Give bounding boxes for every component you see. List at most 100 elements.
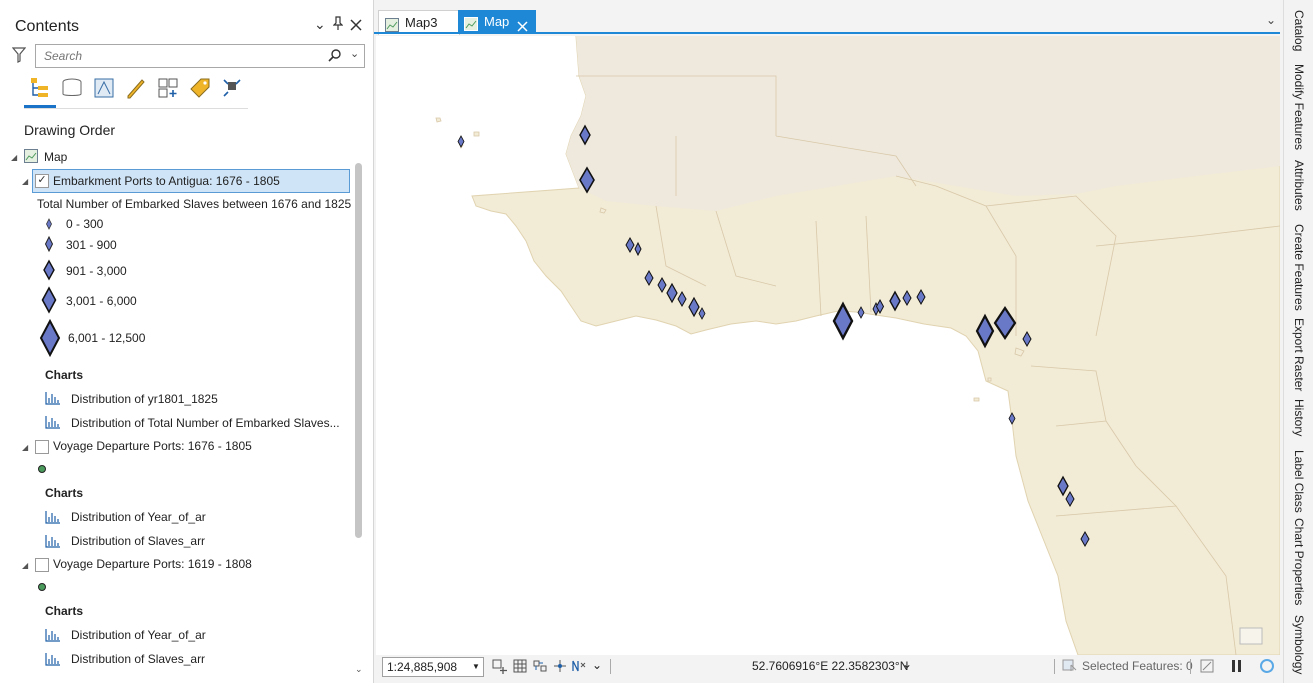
statusbar-divider [1054,659,1055,674]
contents-scroll-thumb[interactable] [355,163,362,538]
layer-name[interactable]: Voyage Departure Ports: 1676 - 1805 [53,439,252,453]
dock-tab-label-class[interactable]: Label Class [1292,450,1306,513]
layer-visibility-checkbox[interactable]: ✓ [35,174,49,188]
chart-histogram-icon [45,628,61,645]
overview-icon [1239,627,1263,645]
statusbar-divider [1190,659,1191,674]
legend-symbol-2 [44,235,54,253]
legend-class-label: 3,001 - 6,000 [66,294,137,308]
legend-symbols [39,218,61,358]
charts-heading: Charts [45,368,84,382]
coordinate-format-icon[interactable]: ⌄ [902,657,912,671]
refresh-icon[interactable] [1200,659,1214,676]
tab-label: Map [484,14,510,29]
map-navigation-icon[interactable] [552,659,568,676]
layer-visibility-checkbox[interactable] [35,440,49,454]
search-dropdown-icon[interactable]: ⌄ [350,47,359,60]
list-by-drawing-order-icon[interactable] [28,76,52,100]
dock-tab-create-features[interactable]: Create Features [1292,224,1306,311]
selected-features-icon[interactable] [1062,659,1078,676]
layer-visibility-checkbox[interactable] [35,558,49,572]
list-by-labeling-icon[interactable] [188,76,212,100]
more-options-icon[interactable]: ⌄ [592,658,602,672]
map-tabs: Map3 Map ⌄ [374,10,1280,35]
legend-symbol-1 [46,218,52,230]
chart-item[interactable]: Distribution of yr1801_1825 [71,392,218,406]
selected-features-count: Selected Features: 0 [1082,659,1193,673]
dock-tab-catalog[interactable]: Catalog [1292,10,1306,51]
legend-symbol-3 [43,259,55,281]
map-statusbar: 1:24,885,908 ▼ ⌄ 52.7606916°E 22.3582303… [376,655,1280,679]
chart-item[interactable]: Distribution of Slaves_arr [71,534,205,548]
dropdown-arrow-icon: ▼ [472,662,480,671]
legend-class-label: 0 - 300 [66,217,104,231]
chart-item[interactable]: Distribution of Year_of_ar [71,628,206,642]
point-symbol [38,465,46,473]
legend-class-label: 301 - 900 [66,238,117,252]
legend-symbol-5 [39,318,61,358]
close-pane-icon[interactable] [350,18,362,34]
map-tree-item[interactable]: Map [44,150,67,164]
chart-histogram-icon [45,652,61,669]
list-by-data-source-icon[interactable] [60,76,84,100]
snapping-icon[interactable] [532,659,548,676]
toolbar-divider [24,108,248,109]
list-by-editing-icon[interactable] [124,76,148,100]
collapse-map-icon[interactable]: ◢ [11,153,17,162]
coordinate-readout: 52.7606916°E 22.3582303°N [752,659,909,673]
dock-tab-history[interactable]: History [1292,399,1306,436]
map-icon [24,149,38,166]
legend-class-label: 901 - 3,000 [66,264,127,278]
scale-dropdown[interactable]: 1:24,885,908 ▼ [382,657,484,677]
right-dock-panel: Catalog Modify Features Attributes Creat… [1283,0,1313,683]
chart-item[interactable]: Distribution of Slaves_arr [71,652,205,666]
filter-icon[interactable] [11,47,27,66]
layer-name[interactable]: Voyage Departure Ports: 1619 - 1808 [53,557,252,571]
search-input[interactable] [42,48,316,64]
charts-heading: Charts [45,604,84,618]
scroll-down-icon[interactable]: ⌄ [355,664,363,675]
drawing-order-heading: Drawing Order [24,122,116,138]
legend-class-label: 6,001 - 12,500 [68,331,146,345]
map-canvas[interactable] [376,36,1280,655]
drawing-status-icon [1259,658,1275,677]
chart-histogram-icon [45,510,61,527]
grid-icon[interactable] [513,659,527,676]
legend-symbol-4 [41,286,57,314]
chart-histogram-icon [45,534,61,551]
dock-tab-export-raster[interactable]: Export Raster [1292,318,1306,391]
list-by-snapping-icon[interactable] [156,76,180,100]
layer-name[interactable]: Embarkment Ports to Antigua: 1676 - 1805 [53,174,280,188]
search-icon[interactable] [328,48,342,65]
tab-map[interactable]: Map [458,10,536,34]
pause-drawing-icon[interactable] [1230,659,1244,676]
pin-icon[interactable] [332,16,344,33]
pane-options-icon[interactable]: ⌄ [314,16,326,33]
collapse-layer-icon[interactable]: ◢ [22,443,28,452]
dock-tab-chart-properties[interactable]: Chart Properties [1292,518,1306,605]
statusbar-divider [610,659,611,674]
tab-list-dropdown-icon[interactable]: ⌄ [1266,13,1276,27]
dock-tab-modify-features[interactable]: Modify Features [1292,64,1306,150]
list-by-selection-icon[interactable] [92,76,116,100]
tab-accent-bar [374,32,1280,34]
scale-value: 1:24,885,908 [387,660,458,674]
dock-tab-attributes[interactable]: Attributes [1292,160,1306,211]
point-symbol [38,583,46,591]
collapse-layer-icon[interactable]: ◢ [22,177,28,186]
dock-tab-symbology[interactable]: Symbology [1292,615,1306,674]
charts-heading: Charts [45,486,84,500]
legend-title: Total Number of Embarked Slaves between … [37,197,352,211]
map-view[interactable] [376,36,1280,655]
collapse-layer-icon[interactable]: ◢ [22,561,28,570]
chart-item[interactable]: Distribution of Total Number of Embarked… [71,416,340,430]
chart-item[interactable]: Distribution of Year_of_ar [71,510,206,524]
contents-pane: Contents ⌄ ⌄ Drawing Order ◢ [0,0,374,683]
chart-histogram-icon [45,415,61,432]
fixed-extent-icon[interactable] [492,659,508,678]
search-field[interactable]: ⌄ [35,44,365,68]
rotation-icon[interactable] [571,659,589,676]
list-perspective-imagery-icon[interactable] [220,76,244,100]
chart-histogram-icon [45,391,61,408]
contents-title: Contents [15,18,80,35]
